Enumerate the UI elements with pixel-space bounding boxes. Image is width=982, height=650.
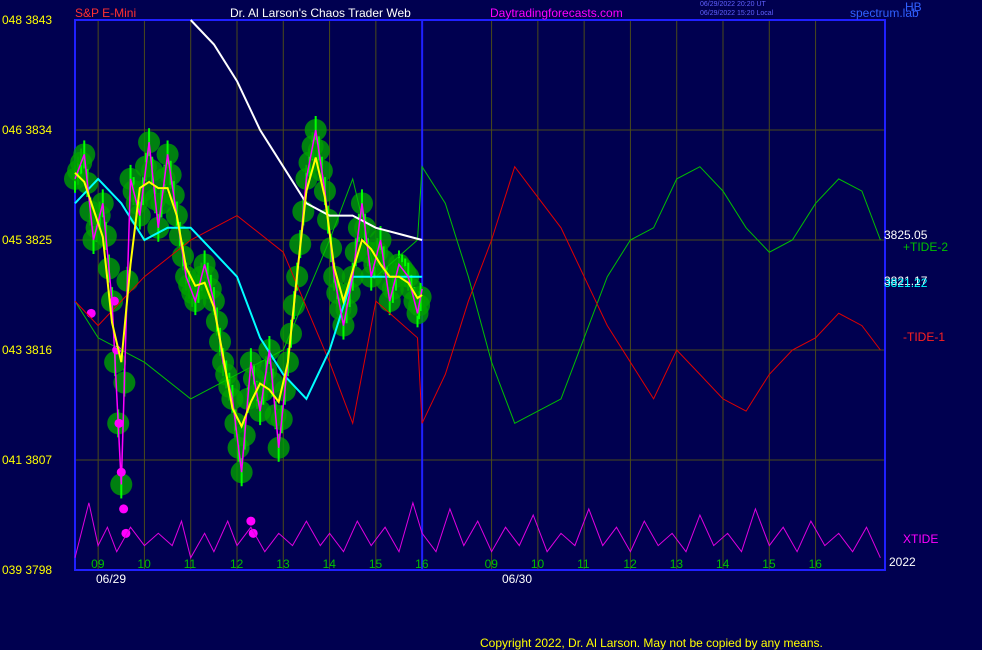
time-tick-label: 12 (623, 557, 637, 571)
time-tick-label: 09 (484, 557, 498, 571)
legend-tide-plus: +TIDE-2 (903, 240, 949, 254)
corner-label: HB (905, 0, 922, 14)
site-url-link[interactable]: Daytradingforecasts.com (490, 6, 623, 20)
site-title: Dr. Al Larson's Chaos Trader Web (230, 6, 411, 20)
instrument-title: S&P E-Mini (75, 6, 137, 20)
time-tick-label: 15 (762, 557, 776, 571)
date-label-day1: 06/29 (96, 572, 127, 586)
copyright-notice: Copyright 2022, Dr. Al Larson. May not b… (480, 636, 823, 650)
time-tick-label: 10 (530, 557, 545, 571)
time-tick-label: 14 (716, 557, 730, 571)
time-tick-label: 09 (91, 557, 105, 571)
low-marker-dot (86, 308, 96, 318)
time-tick-label: 11 (577, 557, 590, 571)
time-tick-label: 11 (183, 557, 197, 571)
chart-canvas (64, 19, 886, 571)
legend-tide-minus: -TIDE-1 (903, 330, 945, 344)
timestamp-local: 06/29/2022 15:20 Local (700, 10, 774, 17)
time-tick-label: 16 (415, 557, 429, 571)
time-tick-label: 13 (669, 557, 684, 571)
date-label-day2: 06/30 (502, 572, 533, 586)
time-tick-label: 15 (368, 557, 383, 571)
time-tick-label: 16 (808, 557, 822, 571)
low-marker-dot (119, 504, 129, 514)
price-tick-label: 048 3843 (2, 13, 53, 27)
price-tick-label: 045 3825 (2, 233, 53, 247)
time-tick-label: 12 (230, 557, 244, 571)
time-tick-label: 14 (322, 557, 336, 571)
timestamp-utc: 06/29/2022 20:20 UT (700, 1, 766, 8)
time-tick-label: 13 (276, 557, 290, 571)
price-tick-label: 039 3798 (2, 563, 53, 577)
time-tick-label: 10 (137, 557, 151, 571)
last-value-cyan-b: 3821.22 (884, 276, 928, 290)
year-label: 2022 (889, 555, 916, 569)
low-marker-dot (246, 516, 256, 526)
price-tick-label: 041 3807 (2, 453, 53, 467)
legend-xtide: XTIDE (903, 532, 939, 546)
series-line (74, 501, 881, 560)
price-tick-label: 046 3834 (2, 123, 53, 137)
price-tick-label: 043 3816 (2, 343, 53, 357)
